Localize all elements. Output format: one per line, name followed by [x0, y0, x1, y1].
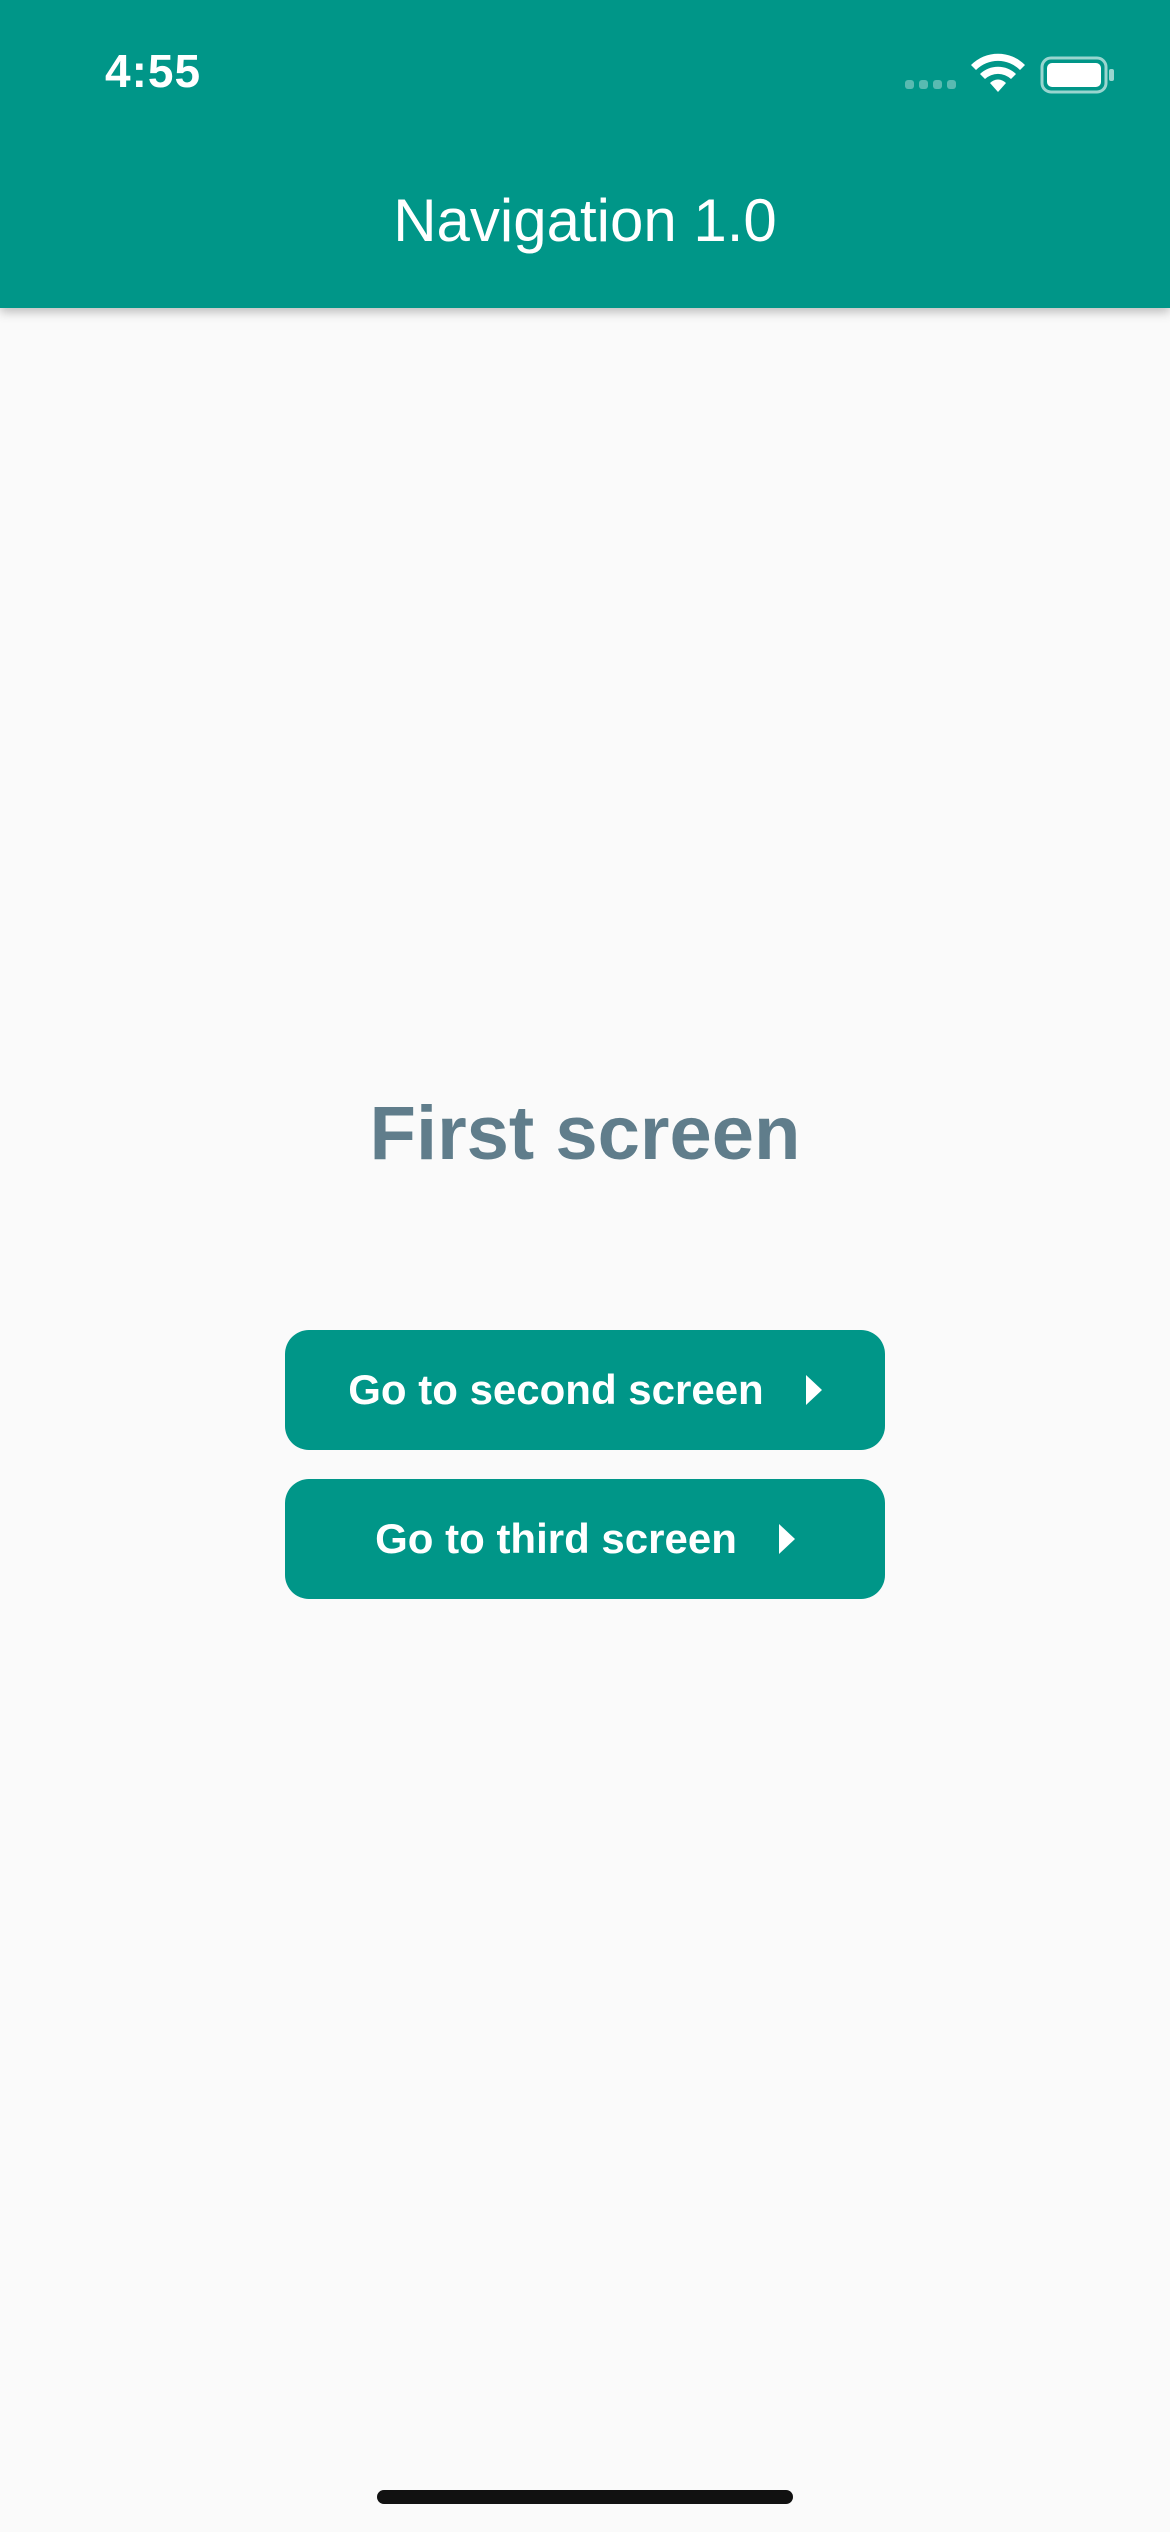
arrow-right-icon	[778, 1524, 795, 1554]
screen: 4:55 Navigation 1.0 First screen Go to s…	[0, 0, 1170, 2532]
home-indicator[interactable]	[377, 2490, 793, 2504]
arrow-right-icon	[805, 1375, 822, 1405]
wifi-icon	[971, 53, 1025, 92]
go-to-third-screen-button[interactable]: Go to third screen	[285, 1479, 885, 1599]
page-title: First screen	[369, 1091, 801, 1176]
battery-icon	[1040, 56, 1114, 94]
status-bar: 4:55	[0, 0, 1170, 150]
button-label: Go to third screen	[375, 1515, 737, 1562]
button-label: Go to second screen	[348, 1366, 764, 1413]
app-header: 4:55 Navigation 1.0	[0, 0, 1170, 308]
app-title: Navigation 1.0	[393, 187, 777, 254]
go-to-second-screen-button[interactable]: Go to second screen	[285, 1330, 885, 1450]
cell-signal-icon	[905, 80, 956, 89]
status-time: 4:55	[105, 45, 202, 97]
